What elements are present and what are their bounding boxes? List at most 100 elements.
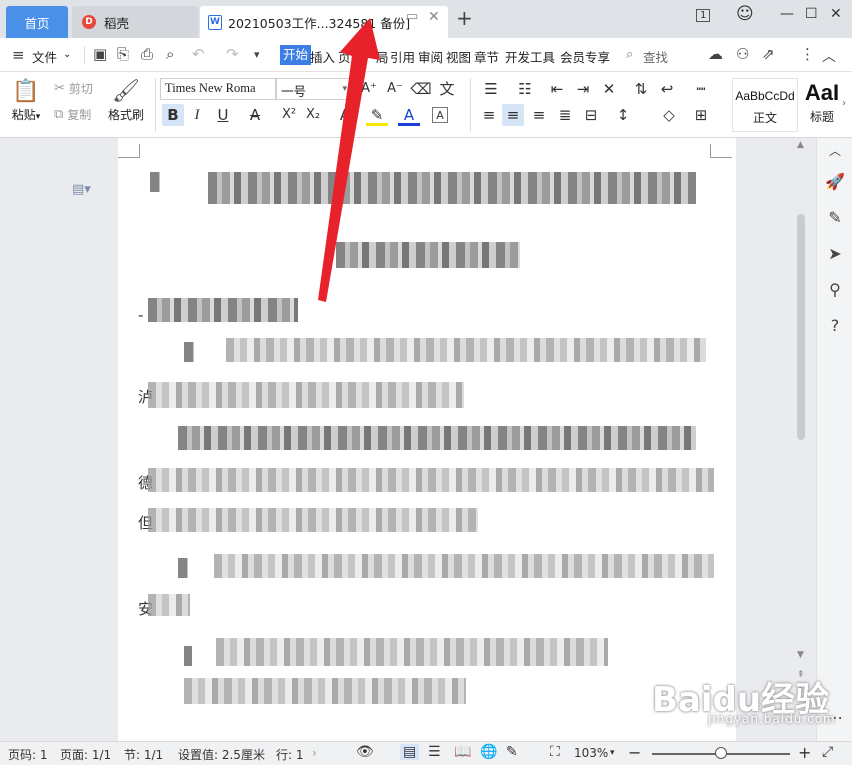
eye-protect-icon[interactable]: 👁 [356, 744, 374, 760]
scrollbar-thumb[interactable] [797, 214, 805, 440]
maximize-icon[interactable]: ☐ [805, 6, 818, 22]
font-size-select[interactable]: 一号 ▾ [276, 78, 352, 100]
status-page-code[interactable]: 页码: 1 [8, 746, 48, 763]
zoom-out-icon[interactable]: − [628, 743, 641, 762]
increase-indent-icon[interactable]: ⇥ [572, 78, 594, 100]
menu-file[interactable]: 文件 [32, 47, 57, 66]
zoom-slider-knob[interactable] [715, 747, 727, 759]
underline-icon[interactable]: U [212, 104, 234, 126]
fullscreen-icon[interactable]: ⤢ [822, 744, 833, 760]
menu-insert[interactable]: 插入 [310, 47, 335, 66]
font-color-icon[interactable]: A [398, 104, 420, 126]
align-right-icon[interactable]: ≡ [528, 104, 550, 126]
chevron-down-icon[interactable]: ⌄ [63, 49, 71, 60]
select-cursor-icon[interactable]: ➤ [825, 244, 845, 263]
shading-icon[interactable]: ◇ [658, 104, 680, 126]
window-layout-icon[interactable]: 1 [696, 9, 711, 22]
document-nav-icon[interactable]: ▤▾ [72, 182, 91, 197]
document-area[interactable]: ▤▾ - 泸 德 但 安 [0, 138, 816, 741]
tab-home[interactable]: 首页 [6, 6, 68, 38]
vertical-scrollbar[interactable]: ▲ ▼ ⇞ ⇟ [794, 140, 808, 700]
page-view-icon[interactable]: ▤ [400, 744, 420, 760]
adjust-icon[interactable]: ⚲ [825, 280, 845, 299]
print-icon[interactable]: ⎙ [141, 45, 153, 63]
show-marks-icon[interactable]: ↩ [656, 78, 678, 100]
italic-icon[interactable]: I [186, 104, 208, 126]
outline-view-icon[interactable]: ☰ [428, 744, 441, 760]
write-mode-icon[interactable]: ✎ [506, 744, 518, 760]
decrease-font-icon[interactable]: A⁻ [384, 78, 406, 100]
document-page[interactable]: - 泸 德 但 安 [118, 138, 736, 741]
tab-monitor-icon[interactable]: ▭ [406, 9, 418, 24]
phonetic-guide-icon[interactable]: 文 [436, 78, 458, 100]
status-row[interactable]: 行: 1 [276, 746, 304, 763]
help-icon[interactable]: ? [825, 316, 845, 335]
menu-membership[interactable]: 会员专享 [560, 47, 610, 66]
bullet-list-icon[interactable]: ☰ [480, 78, 502, 100]
status-more[interactable]: › [312, 746, 317, 760]
align-left-icon[interactable]: ≡ [478, 104, 500, 126]
web-view-icon[interactable]: 🌐 [480, 744, 497, 760]
superscript-icon[interactable]: X² [278, 104, 300, 126]
minimize-icon[interactable]: — [780, 6, 794, 22]
increase-font-icon[interactable]: A⁺ [358, 78, 380, 100]
line-spacing-icon[interactable]: ↕ [612, 104, 634, 126]
avatar-icon[interactable]: ☺ [736, 4, 754, 24]
text-effect-icon[interactable]: A [334, 104, 356, 126]
borders-icon[interactable]: ⊞ [690, 104, 712, 126]
numbered-list-icon[interactable]: ☷ [514, 78, 536, 100]
collapse-ribbon-icon[interactable]: ︿ [822, 46, 836, 66]
tab-close-icon[interactable]: ✕ [428, 9, 440, 25]
highlight-icon[interactable]: ✎ [366, 104, 388, 126]
more-options-icon[interactable]: ⋮ [800, 45, 815, 63]
undo-icon[interactable]: ↶ [192, 45, 205, 63]
menu-start[interactable]: 开始 [280, 45, 312, 65]
print-preview-icon[interactable]: ⌕ [166, 45, 174, 63]
share-user-icon[interactable]: ⚇ [736, 45, 749, 63]
tab-daoke[interactable]: D 稻壳 [72, 6, 198, 38]
menu-references[interactable]: 引用 [390, 47, 415, 66]
search-icon[interactable]: ⌕ [626, 47, 633, 62]
zoom-in-icon[interactable]: + [798, 743, 811, 762]
char-border-icon[interactable]: A [432, 107, 448, 123]
font-name-select[interactable]: Times New Roma [160, 78, 276, 100]
style-normal[interactable]: AaBbCcDd 正文 [732, 78, 798, 132]
cloud-sync-icon[interactable]: ☁ [708, 45, 723, 63]
chinese-layout-icon[interactable]: ✕ [598, 78, 620, 100]
bold-icon[interactable]: B [162, 104, 184, 126]
share-icon[interactable]: ⇗ [762, 45, 775, 63]
status-page[interactable]: 页面: 1/1 [60, 746, 111, 763]
distributed-align-icon[interactable]: ⊟ [580, 104, 602, 126]
menu-page[interactable]: 页面 [338, 47, 363, 66]
hamburger-menu-icon[interactable]: ≡ [12, 46, 25, 64]
sort-icon[interactable]: ⇅ [630, 78, 652, 100]
search-button[interactable]: 查找 [643, 47, 668, 66]
fit-page-icon[interactable]: ⛶ [550, 744, 560, 760]
justify-icon[interactable]: ≣ [554, 104, 576, 126]
style-title[interactable]: AaI 标题 [800, 78, 844, 132]
menu-view[interactable]: 视图 [446, 47, 471, 66]
cut-button[interactable]: ✂ 剪切 [54, 80, 93, 97]
close-window-icon[interactable]: ✕ [830, 6, 842, 22]
status-setting[interactable]: 设置值: 2.5厘米 [178, 746, 265, 763]
ruler-icon[interactable]: ┉ [690, 78, 712, 100]
save-icon[interactable]: ▣ [93, 45, 107, 63]
reading-view-icon[interactable]: 📖 [454, 744, 471, 760]
decrease-indent-icon[interactable]: ⇤ [546, 78, 568, 100]
menu-chapter[interactable]: 章节 [474, 47, 499, 66]
subscript-icon[interactable]: X₂ [302, 104, 324, 126]
styles-more-icon[interactable]: › [842, 98, 846, 109]
scroll-up-icon[interactable]: ▲ [797, 140, 804, 150]
menu-review[interactable]: 审阅 [418, 47, 443, 66]
menu-developer[interactable]: 开发工具 [505, 47, 555, 66]
quick-access-dropdown-icon[interactable]: ▾ [254, 48, 260, 61]
new-tab-plus-icon[interactable]: + [456, 6, 473, 30]
zoom-dropdown-icon[interactable]: ▾ [610, 748, 615, 758]
zoom-level[interactable]: 103% [574, 746, 608, 760]
export-icon[interactable]: ⎘ [117, 45, 129, 63]
status-section[interactable]: 节: 1/1 [124, 746, 163, 763]
align-center-icon[interactable]: ≡ [502, 104, 524, 126]
paste-button[interactable]: 📋 粘贴▾ [8, 78, 44, 123]
scroll-down-icon[interactable]: ▼ [797, 650, 804, 660]
pen-icon[interactable]: ✎ [825, 208, 845, 227]
